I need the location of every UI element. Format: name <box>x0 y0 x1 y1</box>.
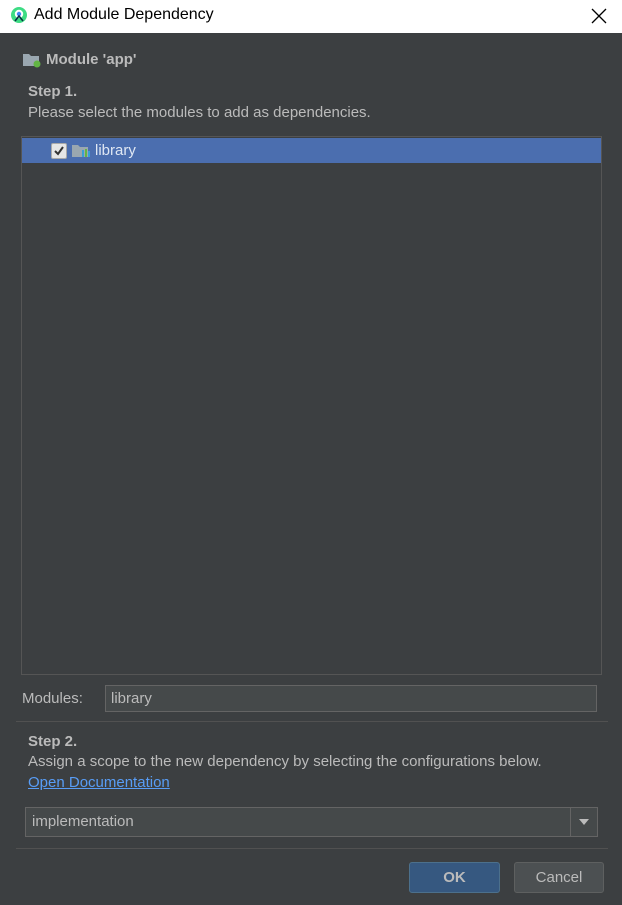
step2-title: Step 2. <box>28 733 78 750</box>
scope-select[interactable]: implementation <box>25 807 598 837</box>
modules-label: Modules: <box>22 690 83 707</box>
close-icon <box>591 8 607 24</box>
step2-description: Assign a scope to the new dependency by … <box>28 753 542 770</box>
library-checkbox[interactable] <box>51 143 67 159</box>
divider <box>16 721 608 722</box>
cancel-button[interactable]: Cancel <box>514 862 604 893</box>
module-tree[interactable]: library <box>21 136 602 675</box>
title-bar: Add Module Dependency <box>0 0 622 33</box>
library-module-icon <box>71 143 91 164</box>
step1-description: Please select the modules to add as depe… <box>28 104 371 121</box>
tree-item-label: library <box>95 142 136 159</box>
scope-select-arrow[interactable] <box>570 808 597 836</box>
module-label: Module 'app' <box>46 51 137 68</box>
tree-item-library[interactable]: library <box>22 138 601 163</box>
module-folder-icon <box>22 52 42 73</box>
android-studio-icon <box>10 6 28 24</box>
scope-select-value: implementation <box>32 813 134 830</box>
modules-field[interactable]: library <box>105 685 597 712</box>
chevron-down-icon <box>579 819 589 825</box>
ok-button[interactable]: OK <box>409 862 500 893</box>
open-documentation-link[interactable]: Open Documentation <box>28 774 170 791</box>
step1-title: Step 1. <box>28 83 78 100</box>
divider <box>16 848 608 849</box>
checkmark-icon <box>54 146 64 156</box>
window-title: Add Module Dependency <box>34 6 214 23</box>
close-button[interactable] <box>576 0 622 33</box>
